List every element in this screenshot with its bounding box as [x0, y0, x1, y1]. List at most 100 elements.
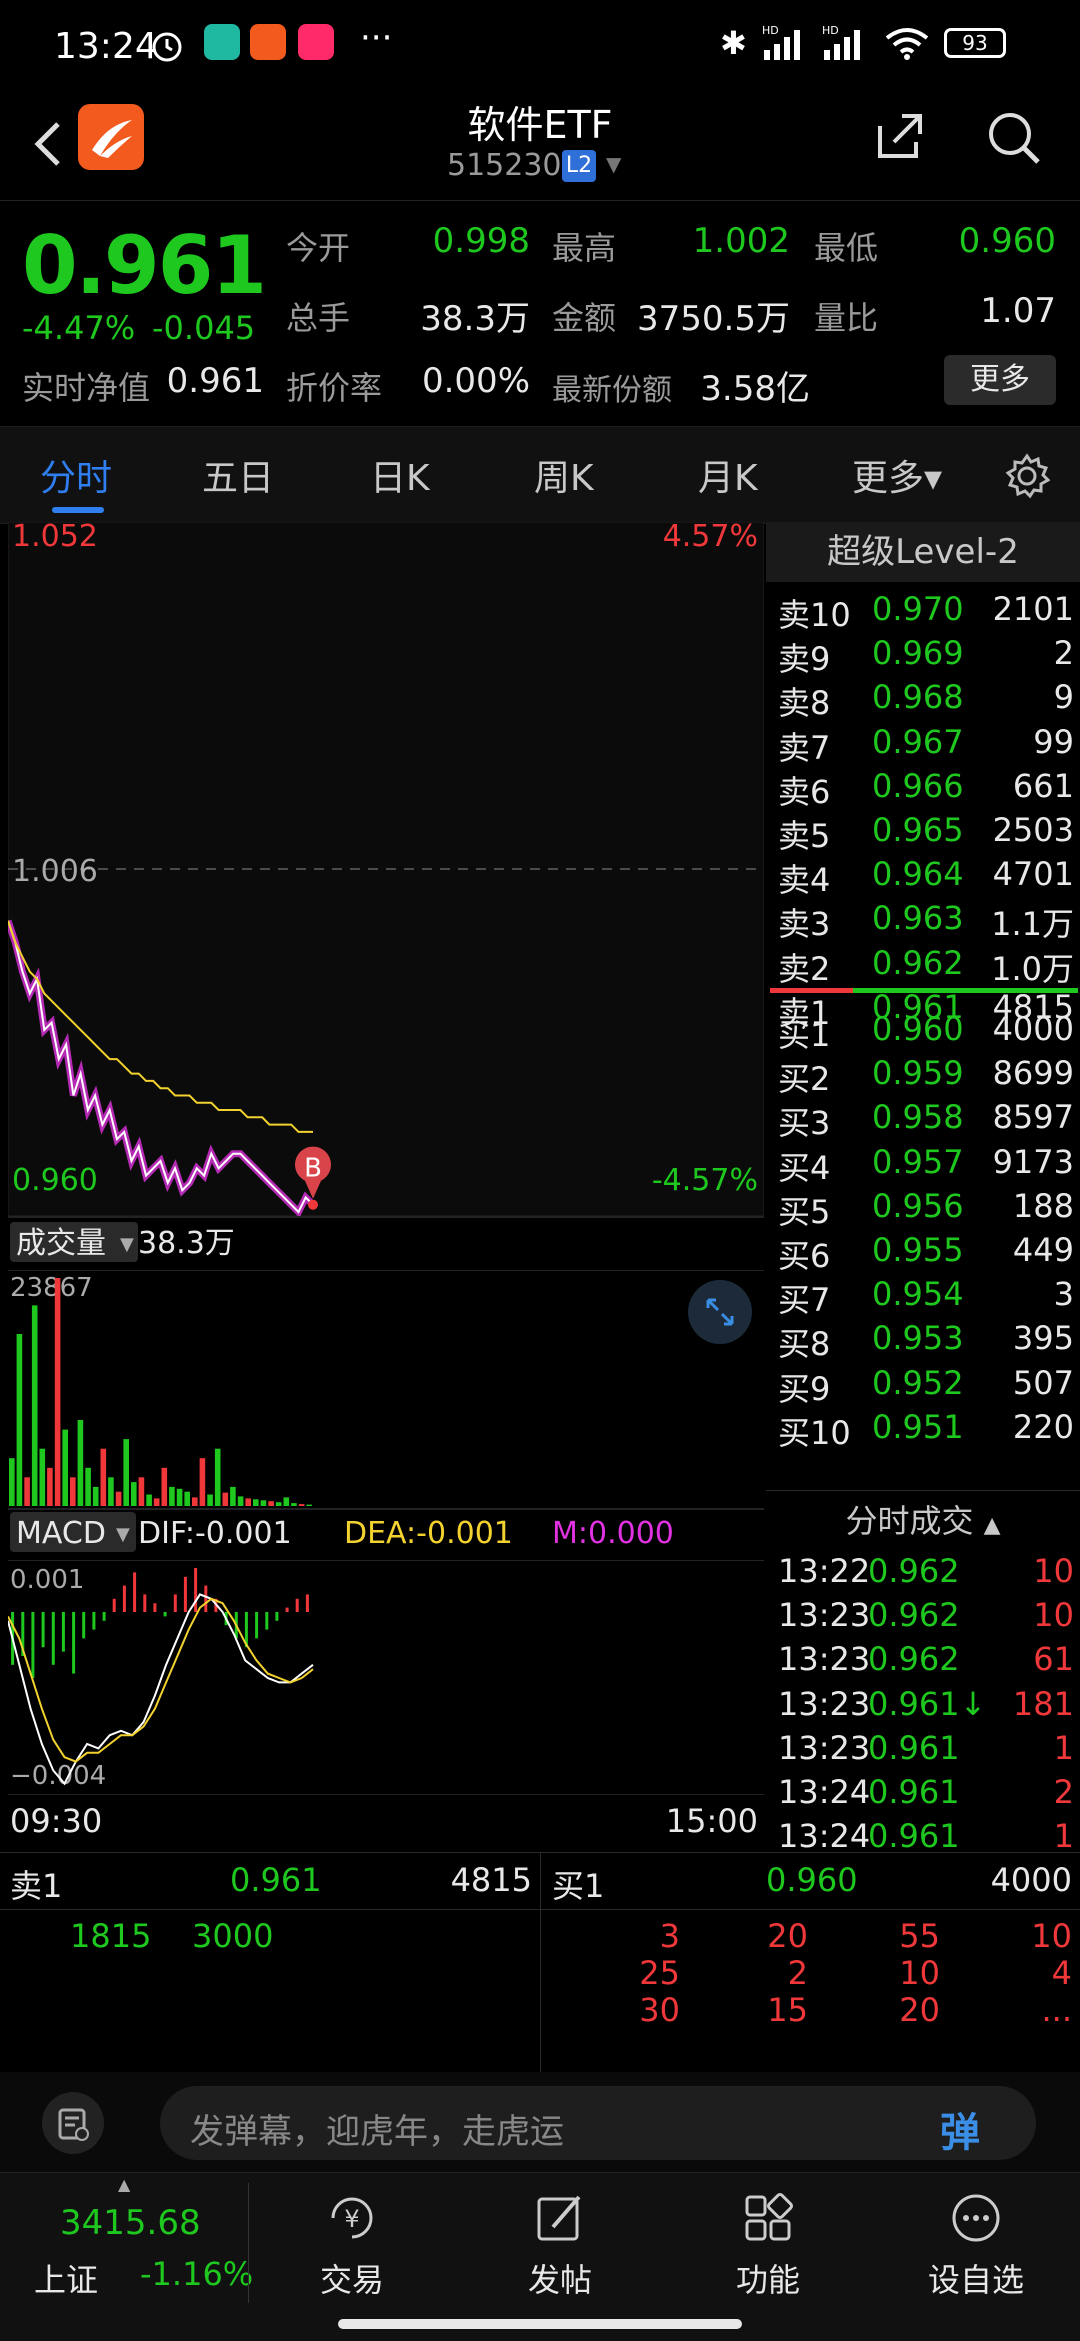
ask-row[interactable]: 卖9 0.969 2 — [772, 630, 1080, 678]
quote-panel: 0.961 -4.47% -0.045 今开 0.998 最高 1.002 最低… — [0, 200, 1080, 427]
macd-bar — [265, 1612, 269, 1630]
ticks-title[interactable]: 分时成交 ▲ — [766, 1496, 1080, 1542]
app-header: 软件ETF 515230 L2 ▼ — [0, 92, 1080, 200]
intraday-chart-svg[interactable]: 1.052 4.57% 1.006 0.960 -4.57% B 成交量 ▼ 3… — [4, 519, 765, 1852]
macd-bar — [163, 1612, 167, 1617]
ask-row[interactable]: 卖8 0.968 9 — [772, 674, 1080, 722]
volume-bar — [268, 1501, 274, 1506]
bid-row[interactable]: 买7 0.954 3 — [772, 1271, 1080, 1319]
open-value: 0.998 — [432, 221, 530, 261]
ask-row[interactable]: 卖2 0.962 1.0万 — [772, 940, 1080, 988]
level2-title[interactable]: 超级Level-2 — [766, 522, 1080, 582]
app-icon-eastmoney — [250, 24, 286, 60]
bid-row[interactable]: 买3 0.958 8597 — [772, 1094, 1080, 1142]
volume-bar — [77, 1420, 84, 1506]
bid-row[interactable]: 买8 0.953 395 — [772, 1315, 1080, 1363]
ask-row[interactable]: 卖6 0.966 661 — [772, 763, 1080, 811]
index-ticker[interactable]: ▲ 3415.68 上证 -1.16% — [0, 2173, 253, 2313]
low-label: 最低 — [814, 229, 879, 267]
buy-order: 25 — [639, 1954, 680, 1992]
tab-more[interactable]: 更多▾ — [852, 449, 942, 501]
bid-row[interactable]: 买4 0.957 9173 — [772, 1139, 1080, 1187]
macd-bar — [102, 1612, 106, 1621]
volume-bar — [291, 1503, 297, 1506]
bid-row[interactable]: 买2 0.959 8699 — [772, 1050, 1080, 1098]
macd-bar — [194, 1568, 198, 1612]
discount-value: 0.00% — [421, 361, 530, 401]
pct-top-label: 4.57% — [663, 522, 758, 554]
volume-bar — [230, 1486, 236, 1506]
ask-row[interactable]: 卖10 0.970 2101 — [772, 586, 1080, 634]
macd-bar — [122, 1585, 126, 1612]
amount-label: 金额 — [552, 299, 617, 337]
level2-badge[interactable]: L2 — [562, 150, 596, 182]
bid-row[interactable]: 买1 0.960 4000 — [772, 1006, 1080, 1054]
volume-bar — [9, 1458, 15, 1506]
gear-icon[interactable] — [1004, 453, 1051, 503]
buy-order: ... — [1041, 1991, 1072, 2029]
tick-row: 13:22 0.962 10 — [778, 1552, 1074, 1590]
volume-bar — [260, 1500, 267, 1506]
danmu-send-button[interactable]: 弹 — [940, 2100, 980, 2158]
share-icon[interactable] — [872, 108, 928, 168]
macd-dea-label: DEA:-0.001 — [344, 1516, 513, 1551]
tick-row: 13:24 0.961 2 — [778, 1773, 1074, 1811]
y-bottom-label: 0.960 — [12, 1163, 98, 1198]
svg-text:HD: HD — [822, 24, 839, 37]
bid-row[interactable]: 买9 0.952 507 — [772, 1360, 1080, 1408]
bid-row[interactable]: 买10 0.951 220 — [772, 1404, 1080, 1452]
chart-area[interactable]: 1.052 4.57% 1.006 0.960 -4.57% B 成交量 ▼ 3… — [4, 519, 765, 1852]
ask-row[interactable]: 卖3 0.963 1.1万 — [772, 895, 1080, 943]
macd-bar — [143, 1594, 147, 1612]
tick-row: 13:24 0.961 1 — [778, 1817, 1074, 1856]
more-button[interactable]: 更多 — [944, 355, 1056, 405]
macd-bar — [31, 1612, 35, 1678]
chevron-down-icon: ▼ — [116, 1524, 130, 1545]
volume-bar — [169, 1486, 175, 1506]
tab-intraday[interactable]: 分时 — [40, 449, 112, 501]
tick-row: 13:23 0.962 61 — [778, 1640, 1074, 1679]
volume-bar — [131, 1482, 137, 1506]
macd-bar — [61, 1612, 65, 1652]
level2-panel[interactable]: 超级Level-2 分时成交 ▲ 卖10 0.970 2101 卖9 0.969 2 卖8 0… — [766, 522, 1080, 1855]
queue-sell-label: 卖1 — [10, 1867, 63, 1905]
volume-total: 38.3万 — [138, 1226, 235, 1261]
index-change: -1.16% — [140, 2255, 254, 2293]
volume-bar — [176, 1488, 183, 1506]
nav-functions[interactable]: 功能 — [698, 2173, 838, 2323]
tab-daily-k[interactable]: 日K — [370, 449, 430, 501]
bid-row[interactable]: 买5 0.956 188 — [772, 1183, 1080, 1231]
buy-marker-label: B — [304, 1154, 322, 1184]
tab-monthly-k[interactable]: 月K — [698, 449, 758, 501]
volume-bar — [283, 1497, 290, 1506]
nav-trade[interactable]: ¥ 交易 — [282, 2173, 422, 2323]
signal-icon-1: HD — [762, 24, 812, 66]
ask-row[interactable]: 卖7 0.967 99 — [772, 719, 1080, 767]
macd-bar — [82, 1612, 86, 1639]
volume-bar — [199, 1458, 206, 1506]
volume-bar — [62, 1429, 68, 1506]
bid-row[interactable]: 买6 0.955 449 — [772, 1227, 1080, 1275]
tab-weekly-k[interactable]: 周K — [534, 449, 594, 501]
shares-label: 最新份额 — [552, 373, 672, 408]
nav-post[interactable]: 发帖 — [490, 2173, 630, 2323]
ask-row[interactable]: 卖4 0.964 4701 — [772, 851, 1080, 899]
tick-row: 13:23 0.961 1 — [778, 1728, 1074, 1767]
sell-order: 1815 — [70, 1917, 152, 1955]
danmu-settings-icon[interactable] — [42, 2092, 104, 2154]
trade-icon: ¥ — [282, 2189, 422, 2251]
fullscreen-icon[interactable] — [688, 1280, 752, 1344]
search-icon[interactable] — [984, 108, 1044, 172]
high-value: 1.002 — [692, 221, 790, 261]
volume-bar — [207, 1494, 213, 1506]
volume-bar — [306, 1504, 312, 1506]
buy-order: 4 — [1051, 1954, 1072, 1992]
home-indicator[interactable] — [338, 2319, 742, 2329]
ask-row[interactable]: 卖5 0.965 2503 — [772, 807, 1080, 855]
tab-five-day[interactable]: 五日 — [202, 449, 274, 501]
danmu-input[interactable]: 发弹幕，迎虎年，走虎运 弹 — [160, 2086, 1036, 2160]
more-circle-icon — [906, 2189, 1046, 2251]
chevron-down-icon[interactable]: ▼ — [606, 152, 621, 176]
nav-add-watchlist[interactable]: 设自选 — [906, 2173, 1046, 2323]
queue-sell-price: 0.961 — [230, 1861, 322, 1899]
